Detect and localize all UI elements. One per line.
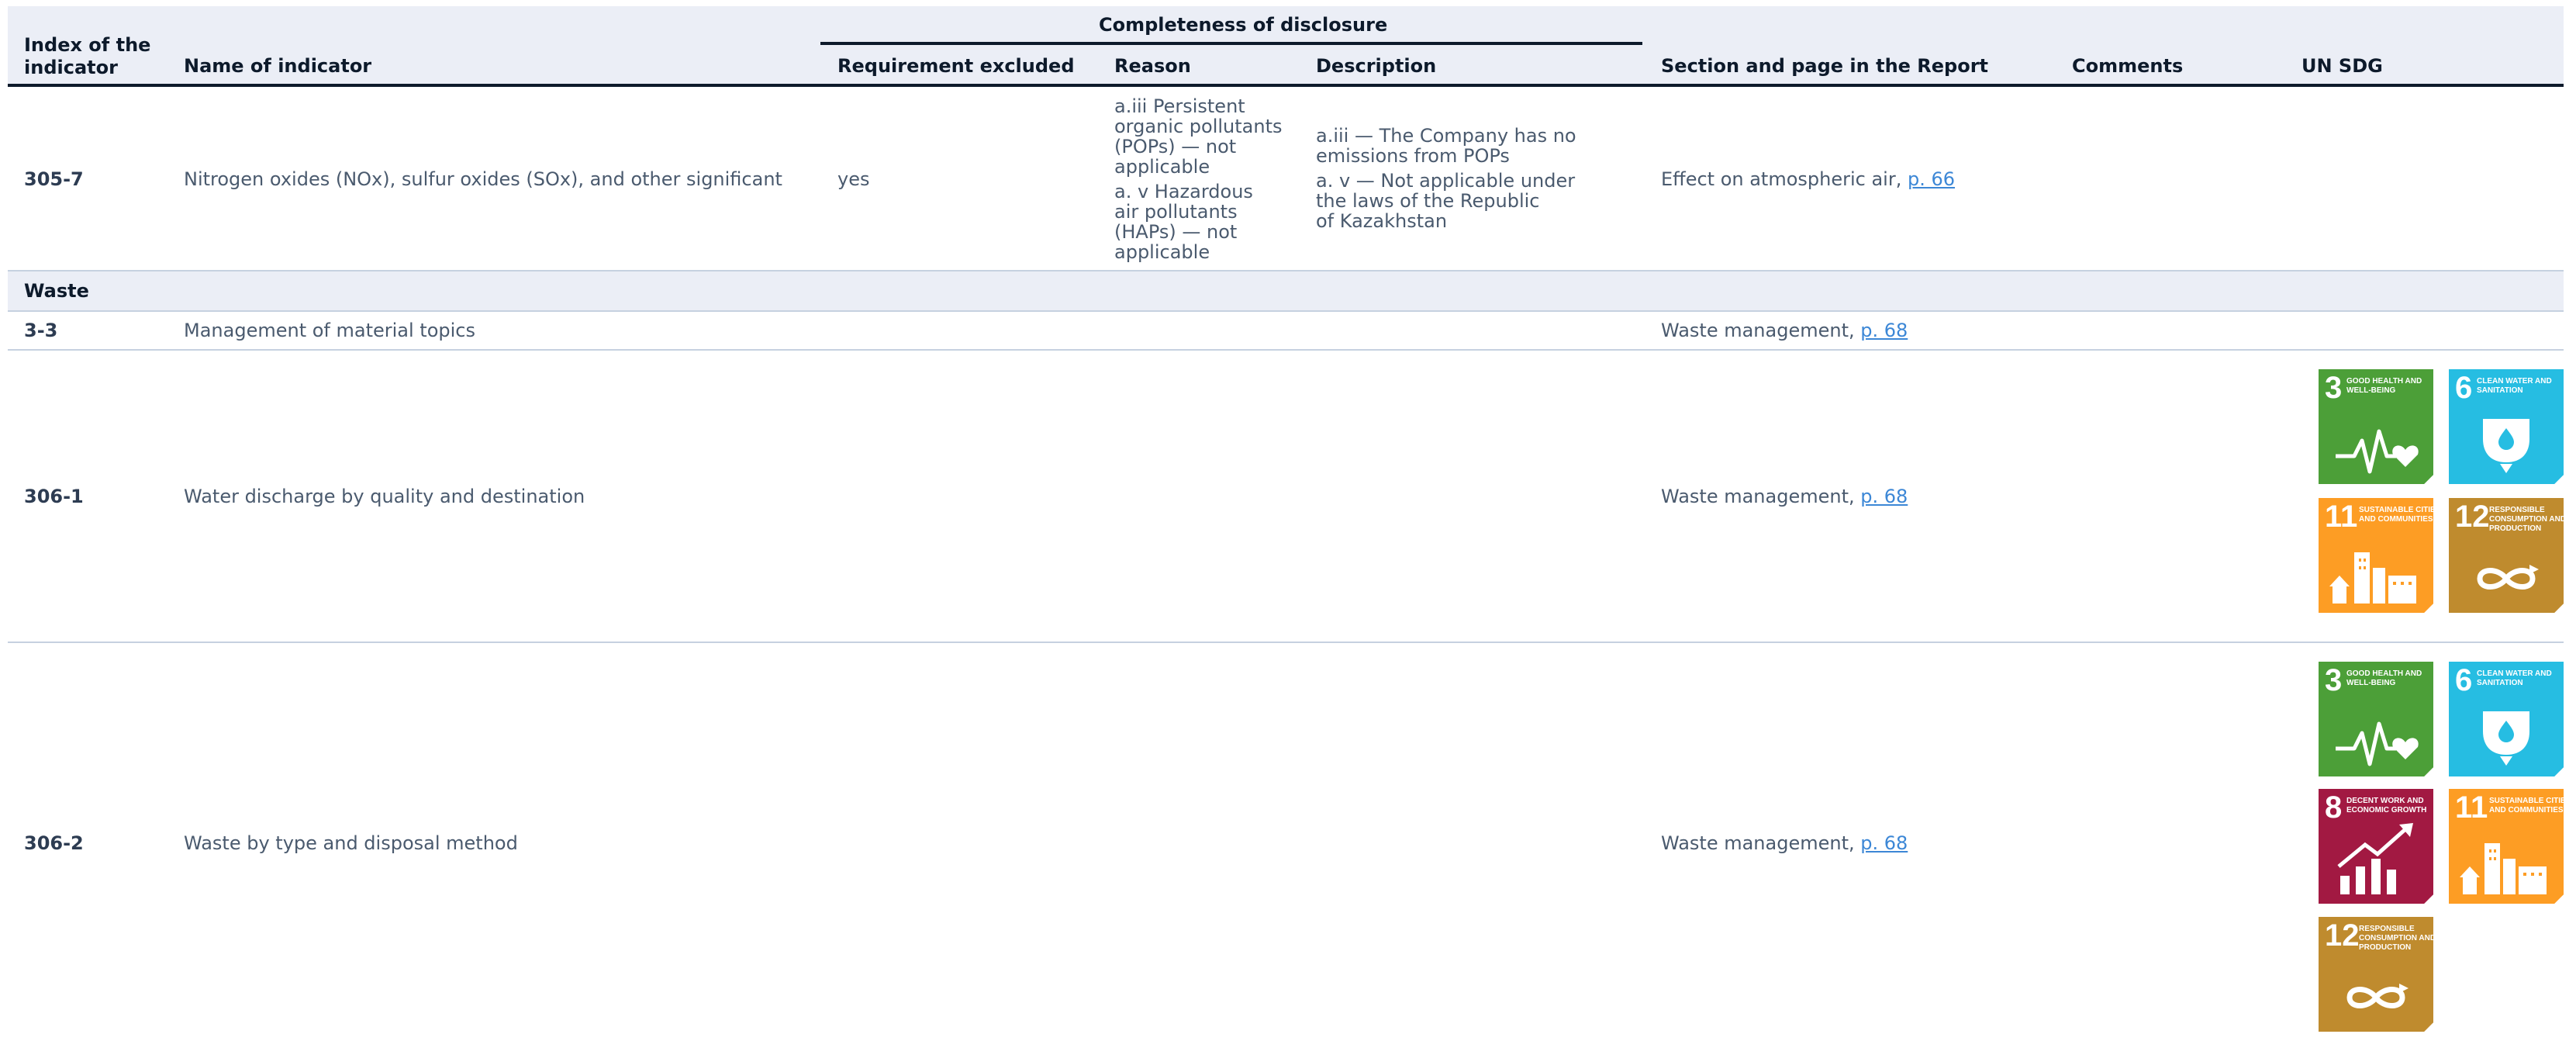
section-text: Waste management, xyxy=(1661,320,1861,341)
reason-line: (POPs) — not xyxy=(1114,136,1237,157)
page-link-68[interactable]: p. 68 xyxy=(1860,486,1908,507)
sdg-12-tile: 12 Responsible consumption and production xyxy=(2319,917,2433,1032)
sdg-3-tile: 3 Good health and well-being xyxy=(2319,369,2433,484)
row-305-7-description: a.iii — The Company has no emissions fro… xyxy=(1316,126,1642,231)
header-description: Description xyxy=(1316,55,1437,77)
sdg-number: 3 xyxy=(2325,371,2343,405)
header-comments: Comments xyxy=(2072,55,2184,77)
sdg-11-tile: 11 Sustainable cities and communities xyxy=(2319,498,2433,613)
sdg-11-tile: 11 Sustainable cities and communities xyxy=(2449,789,2564,904)
reason-line: a. v Hazardous xyxy=(1114,181,1253,202)
sdg-number: 11 xyxy=(2455,790,2488,825)
reason-line: a.iii Persistent xyxy=(1114,95,1245,117)
row-306-2-section: Waste management, p. 68 xyxy=(1661,833,1908,853)
sdg-label: Sustainable cities and communities xyxy=(2489,797,2571,814)
row-divider xyxy=(8,349,2564,351)
header-un-sdg: UN SDG xyxy=(2301,55,2383,77)
sdg-number: 8 xyxy=(2325,790,2343,825)
header-index-line-1: Index of the xyxy=(24,34,151,56)
row-divider xyxy=(8,642,2564,643)
row-306-2-index: 306-2 xyxy=(24,832,84,854)
reason-line: (HAPs) — not xyxy=(1114,221,1238,243)
sdg-label: Clean water and sanitation xyxy=(2477,669,2552,687)
row-306-1-section: Waste management, p. 68 xyxy=(1661,486,1908,507)
sdg-6-tile: 6 Clean water and sanitation xyxy=(2449,369,2564,484)
sdg-3-tile: 3 Good health and well-being xyxy=(2319,662,2433,776)
row-3-3-name: Management of material topics xyxy=(184,320,475,341)
sdg-label: Responsible consumption and production xyxy=(2489,506,2567,533)
sdg-number: 3 xyxy=(2325,663,2343,697)
row-305-7-requirement: yes xyxy=(837,168,870,190)
row-306-2-name: Waste by type and disposal method xyxy=(184,832,518,854)
section-band-waste xyxy=(8,271,2564,310)
description-line: the laws of the Republic xyxy=(1316,190,1540,212)
sdg-12-tile: 12 Responsible consumption and production xyxy=(2449,498,2564,613)
header-index: Index of the indicator xyxy=(24,34,150,79)
gri-index-table: Index of the indicator Name of indicator… xyxy=(0,0,2576,1041)
sdg-label: Good health and well-being xyxy=(2346,669,2422,687)
row-306-1-index: 306-1 xyxy=(24,486,84,507)
section-title-waste: Waste xyxy=(24,280,89,302)
description-line: a.iii — The Company has no xyxy=(1316,125,1576,147)
section-text: Effect on atmospheric air, xyxy=(1661,168,1908,190)
row-3-3-index: 3-3 xyxy=(24,320,58,341)
sdg-label: Clean water and sanitation xyxy=(2477,377,2552,395)
sdg-label: Good health and well-being xyxy=(2346,377,2422,395)
row-divider xyxy=(8,310,2564,312)
section-text: Waste management, xyxy=(1661,486,1861,507)
row-305-7-name: Nitrogen oxides (NOx), sulfur oxides (SO… xyxy=(184,168,782,190)
header-requirement-excluded: Requirement excluded xyxy=(837,55,1075,77)
row-306-1-name: Water discharge by quality and destinati… xyxy=(184,486,585,507)
sdg-label: Decent work and economic growth xyxy=(2346,797,2427,814)
sdg-6-tile: 6 Clean water and sanitation xyxy=(2449,662,2564,776)
reason-line: organic pollutants xyxy=(1114,116,1283,137)
description-line: emissions from POPs xyxy=(1316,145,1510,167)
description-line: of Kazakhstan xyxy=(1316,210,1448,232)
sdg-number: 12 xyxy=(2455,500,2490,534)
sdg-number: 6 xyxy=(2455,663,2473,697)
header-index-line-2: indicator xyxy=(24,57,118,78)
page-link-66[interactable]: p. 66 xyxy=(1908,168,1955,190)
row-305-7-reason: a.iii Persistent organic pollutants (POP… xyxy=(1114,96,1300,262)
sdg-8-tile: 8 Decent work and economic growth xyxy=(2319,789,2433,904)
row-305-7-index: 305-7 xyxy=(24,168,84,190)
row-3-3-section: Waste management, p. 68 xyxy=(1661,320,1908,341)
description-line: a. v — Not applicable under xyxy=(1316,170,1576,192)
page-link-68[interactable]: p. 68 xyxy=(1860,320,1908,341)
row-305-7-section: Effect on atmospheric air, p. 66 xyxy=(1661,169,1955,189)
section-text: Waste management, xyxy=(1661,832,1861,854)
reason-line: air pollutants xyxy=(1114,201,1238,223)
reason-line: applicable xyxy=(1114,241,1210,263)
header-completeness: Completeness of disclosure xyxy=(1099,14,1388,36)
sdg-number: 6 xyxy=(2455,371,2473,405)
reason-line: applicable xyxy=(1114,156,1210,178)
sdg-label: Responsible consumption and production xyxy=(2359,925,2436,952)
sdg-number: 12 xyxy=(2325,918,2360,953)
page-link-68[interactable]: p. 68 xyxy=(1860,832,1908,854)
sdg-number: 11 xyxy=(2325,500,2358,534)
completeness-divider xyxy=(820,42,1642,45)
header-name: Name of indicator xyxy=(184,55,372,77)
header-reason: Reason xyxy=(1114,55,1191,77)
header-section-page: Section and page in the Report xyxy=(1661,55,1989,77)
sdg-label: Sustainable cities and communities xyxy=(2359,506,2441,524)
